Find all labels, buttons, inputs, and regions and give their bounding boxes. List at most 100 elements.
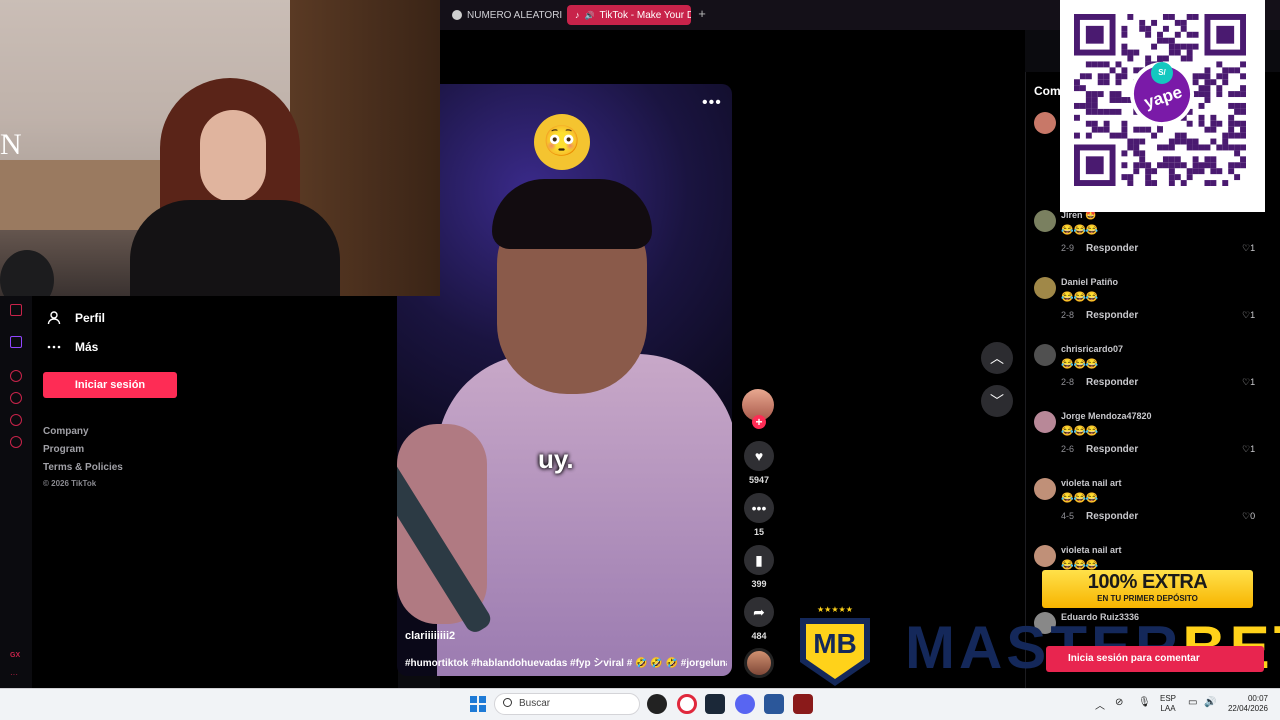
speaker-icon[interactable]: 🔊 (585, 11, 595, 20)
comment-text: 😂😂😂 (1061, 225, 1099, 236)
comment-like-count: 1 (1250, 377, 1256, 387)
previous-video-button[interactable]: ︿ (981, 342, 1013, 374)
comment-action[interactable]: ••• 15 (744, 493, 774, 537)
comment-avatar[interactable] (1034, 478, 1056, 500)
comment-like-count: 1 (1250, 310, 1256, 320)
dota-app-icon[interactable] (793, 694, 813, 714)
webcam-streamer-face (200, 110, 266, 202)
twitch-icon[interactable] (10, 336, 22, 348)
share-icon[interactable]: ➦ (744, 597, 774, 627)
settings-icon[interactable] (10, 436, 22, 448)
comment-username[interactable]: violeta nail art (1061, 478, 1122, 488)
windows-start-icon[interactable] (470, 696, 486, 712)
sidebar-item-perfil[interactable]: Perfil (47, 311, 105, 325)
tray-chevron-icon[interactable]: ︿ (1095, 697, 1105, 712)
heart-icon[interactable]: ♥ (744, 441, 774, 471)
logo-text: MB (813, 628, 857, 659)
sidebar-item-label: Más (75, 340, 99, 354)
comment-avatar[interactable] (1034, 277, 1056, 299)
login-to-comment-button[interactable]: Inicia sesión para comentar (1046, 646, 1264, 672)
comment-username[interactable]: violeta nail art (1061, 545, 1122, 555)
comment-meta: 2-9 Responder (1061, 243, 1138, 254)
discord-app-icon[interactable] (735, 694, 755, 714)
comments-title: Com (1034, 84, 1061, 98)
person-icon (47, 311, 61, 325)
tiktok-favicon-icon: ♪ (575, 10, 580, 20)
comment-username[interactable]: Jorge Mendoza47820 (1061, 411, 1152, 421)
footer-link-company[interactable]: Company (43, 426, 89, 437)
comment-avatar[interactable] (1034, 210, 1056, 232)
webcam-streamer-shirt (130, 200, 340, 296)
taskbar-search-box[interactable]: Buscar (494, 693, 640, 715)
volume-icon[interactable]: 🔊 (1204, 697, 1216, 708)
reply-button[interactable]: Responder (1086, 310, 1138, 321)
promo-banner: 100% EXTRA EN TU PRIMER DEPÓSITO (1042, 570, 1253, 608)
extensions-icon[interactable] (10, 414, 22, 426)
browser-side-rail: GX ··· (0, 296, 32, 688)
like-action[interactable]: ♥ 5947 (744, 441, 774, 485)
music-disc-icon[interactable] (744, 648, 774, 678)
comment-date: 2-8 (1061, 310, 1075, 320)
search-icon (503, 698, 512, 707)
player-icon[interactable] (10, 370, 22, 382)
microphone-icon[interactable]: 🎙 (1138, 697, 1151, 708)
lang-code: ESP (1160, 694, 1177, 703)
share-action[interactable]: ➦ 484 (744, 597, 774, 641)
comment-icon[interactable]: ••• (744, 493, 774, 523)
comment-like-count: 1 (1250, 444, 1256, 454)
comment-avatar[interactable] (1034, 411, 1056, 433)
tab-tiktok[interactable]: ♪ 🔊 TikTok - Make Your Da (567, 5, 691, 25)
taskbar-clock[interactable]: 00:07 22/04/2026 (1220, 694, 1268, 714)
reply-button[interactable]: Responder (1086, 243, 1138, 254)
comment-like[interactable]: ♡1 (1242, 243, 1255, 254)
steam-app-icon[interactable] (705, 694, 725, 714)
comment-date: 2-9 (1061, 243, 1075, 253)
footer-link-terms[interactable]: Terms & Policies (43, 462, 123, 473)
tab-label: NUMERO ALEATORIO - Bu (467, 9, 562, 21)
next-video-button[interactable]: ﹀ (981, 385, 1013, 417)
new-tab-button[interactable]: + (694, 6, 710, 22)
history-icon[interactable] (10, 392, 22, 404)
login-button[interactable]: Iniciar sesión (43, 372, 177, 398)
comment-date: 2-6 (1061, 444, 1075, 454)
comment-username[interactable]: Daniel Patiño (1061, 277, 1118, 287)
gx-icon[interactable]: GX (10, 652, 20, 659)
save-action[interactable]: ▮ 399 (744, 545, 774, 589)
comment-like-count: 0 (1250, 511, 1256, 521)
comment-avatar[interactable] (1034, 344, 1056, 366)
video-more-options-icon[interactable]: ••• (702, 94, 722, 112)
comment-count: 15 (753, 527, 764, 537)
footer-link-program[interactable]: Program (43, 444, 84, 455)
messenger-icon[interactable] (10, 304, 22, 316)
comment-like[interactable]: ♡0 (1242, 511, 1255, 522)
comment-meta: 2-8 Responder (1061, 377, 1138, 388)
reply-button[interactable]: Responder (1086, 377, 1138, 388)
opera-gx-app-icon[interactable] (677, 694, 697, 714)
comment-like[interactable]: ♡1 (1242, 444, 1255, 455)
video-author[interactable]: clariiiiiiii2 (405, 630, 455, 642)
video-player[interactable] (397, 84, 732, 676)
network-icon[interactable]: ⊘ (1115, 697, 1123, 708)
reply-button[interactable]: Responder (1086, 444, 1138, 455)
video-description: #humortiktok #hablandohuevadas #fyp シvir… (405, 658, 727, 669)
comment-username[interactable]: chrisricardo07 (1061, 344, 1123, 354)
follow-plus-icon[interactable]: + (752, 415, 766, 429)
display-icon[interactable]: ▭ (1188, 697, 1197, 708)
bookmark-icon[interactable]: ▮ (744, 545, 774, 575)
rail-more-icon[interactable]: ··· (10, 670, 18, 679)
language-indicator[interactable]: ESP LAA (1160, 694, 1176, 714)
webcam-microphone (0, 250, 54, 296)
masterbets-logo: ★★★★★ MB (790, 604, 880, 688)
comment-like[interactable]: ♡1 (1242, 377, 1255, 388)
reply-button[interactable]: Responder (1086, 511, 1138, 522)
comment-avatar[interactable] (1034, 112, 1056, 134)
comment-avatar[interactable] (1034, 545, 1056, 567)
word-app-icon[interactable] (764, 694, 784, 714)
flushed-emoji-sticker: 😳 (534, 114, 590, 170)
obs-app-icon[interactable] (647, 694, 667, 714)
webcam-overlay (0, 0, 440, 296)
sidebar-item-mas[interactable]: Más (47, 340, 98, 354)
comment-like[interactable]: ♡1 (1242, 310, 1255, 321)
tab-numero-aleatorio[interactable]: NUMERO ALEATORIO - Bu (444, 5, 562, 25)
logo-stars: ★★★★★ (817, 605, 853, 614)
